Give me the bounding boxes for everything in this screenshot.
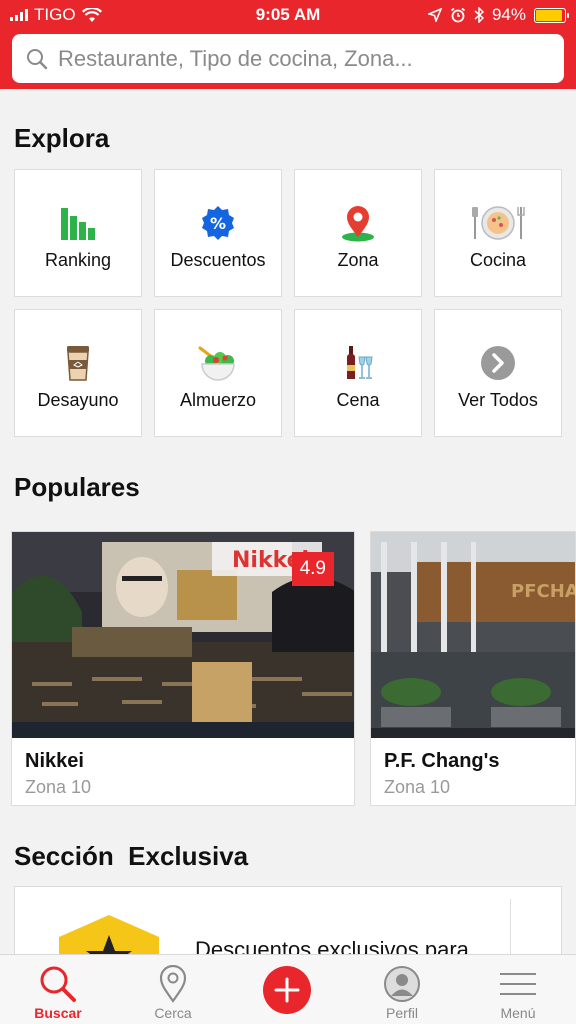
tab-label: Cerca bbox=[154, 1005, 192, 1021]
explora-ranking[interactable]: Ranking bbox=[14, 169, 142, 297]
explora-ver-todos[interactable]: Ver Todos bbox=[434, 309, 562, 437]
explora-title: Explora bbox=[14, 123, 110, 153]
tab-label: Menú bbox=[500, 1005, 536, 1021]
tile-label: Desayuno bbox=[37, 390, 119, 410]
coffee-cup-icon bbox=[67, 346, 89, 381]
tile-label: Ranking bbox=[44, 250, 112, 270]
explora-zona[interactable]: Zona bbox=[294, 169, 422, 297]
tile-label: Cena bbox=[336, 390, 380, 410]
location-arrow-icon bbox=[427, 8, 442, 22]
restaurant-name: Nikkei bbox=[25, 750, 84, 772]
tab-buscar[interactable]: Buscar bbox=[8, 955, 108, 1024]
tab-label: Perfil bbox=[386, 1005, 418, 1021]
explora-descuentos[interactable]: % Descuentos bbox=[154, 169, 282, 297]
wine-glasses-icon bbox=[347, 346, 373, 379]
bar-chart-icon bbox=[61, 208, 95, 240]
restaurant-photo: Nikkei 4.9 bbox=[12, 532, 354, 738]
search-bar[interactable]: Restaurante, Tipo de cocina, Zona... bbox=[12, 34, 564, 83]
tab-menu[interactable]: Menú bbox=[468, 955, 568, 1024]
battery-icon bbox=[534, 7, 569, 23]
explora-cena[interactable]: Cena bbox=[294, 309, 422, 437]
map-pin-icon bbox=[342, 206, 374, 242]
restaurant-zone: Zona 10 bbox=[25, 777, 92, 797]
restaurant-name: P.F. Chang's bbox=[384, 750, 500, 772]
tile-label: Zona bbox=[337, 250, 379, 270]
battery-percent: 94% bbox=[491, 5, 526, 24]
chevron-right-icon bbox=[481, 346, 515, 380]
restaurant-sign-text: PFCHA bbox=[511, 581, 575, 602]
tile-label: Ver Todos bbox=[458, 390, 538, 410]
bluetooth-icon bbox=[474, 7, 484, 23]
app-header: TIGO 9:05 AM 94% Restaurante, Tipo de co… bbox=[0, 0, 576, 89]
tile-label: Almuerzo bbox=[179, 390, 257, 410]
menu-icon bbox=[500, 973, 536, 995]
restaurant-zone: Zona 10 bbox=[384, 777, 451, 797]
tab-cerca[interactable]: Cerca bbox=[123, 955, 223, 1024]
tab-label: Buscar bbox=[34, 1005, 82, 1021]
status-bar: TIGO 9:05 AM 94% bbox=[0, 0, 576, 30]
tile-label: Cocina bbox=[469, 250, 527, 270]
explora-almuerzo[interactable]: Almuerzo bbox=[154, 309, 282, 437]
explora-cocina[interactable]: Cocina bbox=[434, 169, 562, 297]
search-icon bbox=[27, 48, 48, 69]
restaurant-card-nikkei[interactable]: Nikkei 4.9 Nikkei Zona 10 bbox=[11, 531, 355, 806]
restaurant-card-pf-changs[interactable]: PFCHA P.F. Chang's Zona 10 bbox=[370, 531, 576, 806]
percent-badge-icon: % bbox=[202, 206, 234, 240]
populares-title: Populares bbox=[14, 472, 140, 502]
location-pin-icon bbox=[159, 965, 187, 1003]
salad-bowl-icon bbox=[198, 346, 235, 381]
search-placeholder: Restaurante, Tipo de cocina, Zona... bbox=[58, 45, 413, 71]
add-icon bbox=[274, 977, 300, 1003]
alarm-icon bbox=[450, 7, 466, 23]
exclusiva-title: Sección Exclusiva bbox=[14, 841, 249, 871]
explora-desayuno[interactable]: Desayuno bbox=[14, 309, 142, 437]
tab-perfil[interactable]: Perfil bbox=[352, 955, 452, 1024]
search-icon bbox=[40, 966, 76, 1002]
user-icon bbox=[384, 966, 420, 1002]
plate-cutlery-icon bbox=[472, 206, 525, 240]
restaurant-photo: PFCHA bbox=[371, 532, 575, 738]
tile-label: Descuentos bbox=[170, 250, 266, 270]
rating-badge: 4.9 bbox=[291, 552, 334, 586]
svg-text:%: % bbox=[210, 214, 226, 233]
add-button[interactable] bbox=[263, 966, 311, 1014]
